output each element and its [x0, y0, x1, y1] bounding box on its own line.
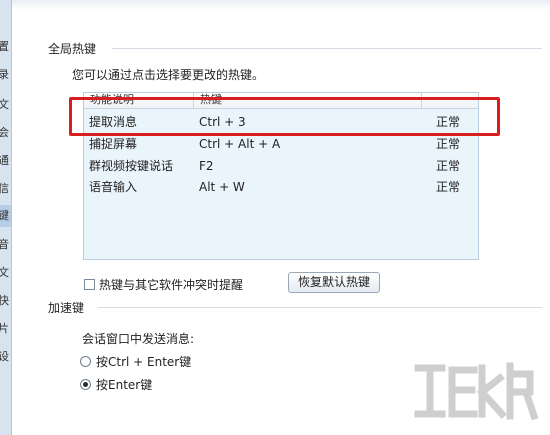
send-message-label: 会话窗口中发送消息:: [82, 332, 195, 346]
settings-sidebar: 置 录 文 会 通 信 键 音 文 快 片 设: [0, 0, 12, 435]
sidebar-item[interactable]: 文: [0, 262, 11, 284]
window-top-bar: [12, 0, 550, 10]
send-enter-option[interactable]: 按Enter键: [80, 376, 152, 393]
sidebar-item[interactable]: 设: [0, 346, 11, 368]
accelerator-section-title: 加速键: [48, 301, 85, 315]
sidebar-item[interactable]: 置: [0, 36, 11, 58]
hotkey-function: 群视频按键说话: [89, 159, 174, 173]
hotkeys-section-title: 全局热键: [48, 42, 97, 56]
site-logo-watermark: [414, 362, 539, 421]
table-row[interactable]: 捕捉屏幕 Ctrl + Alt + A 正常: [84, 134, 478, 154]
hotkey-combo: F2: [199, 159, 214, 173]
section-divider: [98, 307, 542, 308]
send-ctrl-enter-option[interactable]: 按Ctrl + Enter键: [80, 353, 191, 370]
radio-enter-label: 按Enter键: [96, 378, 153, 392]
hotkey-function: 捕捉屏幕: [89, 137, 138, 151]
hotkey-function: 语音输入: [89, 180, 138, 194]
conflict-reminder-option[interactable]: 热键与其它软件冲突时提醒: [84, 276, 243, 293]
hotkey-combo: Alt + W: [199, 180, 245, 194]
sidebar-item[interactable]: 文: [0, 94, 11, 116]
table-row[interactable]: 语音输入 Alt + W 正常: [84, 177, 478, 197]
sidebar-item[interactable]: 快: [0, 290, 11, 312]
table-row[interactable]: 群视频按键说话 F2 正常: [84, 156, 478, 176]
conflict-reminder-checkbox[interactable]: [84, 279, 95, 290]
sidebar-item[interactable]: 音: [0, 234, 11, 256]
radio-ctrl-enter[interactable]: [80, 356, 91, 367]
sidebar-item-hotkeys[interactable]: 键: [0, 205, 11, 227]
hotkey-status: 正常: [436, 137, 461, 151]
hotkeys-hint: 您可以通过点击选择要更改的热键。: [72, 68, 265, 82]
radio-ctrl-enter-label: 按Ctrl + Enter键: [96, 355, 192, 369]
sidebar-item[interactable]: 信: [0, 178, 11, 200]
hotkey-combo: Ctrl + Alt + A: [199, 137, 281, 151]
hotkey-status: 正常: [436, 159, 461, 173]
conflict-reminder-label: 热键与其它软件冲突时提醒: [99, 278, 244, 292]
hotkey-status: 正常: [436, 180, 461, 194]
restore-default-hotkeys-button[interactable]: 恢复默认热键: [288, 272, 380, 293]
sidebar-item[interactable]: 片: [0, 318, 11, 340]
sidebar-item[interactable]: 会: [0, 122, 11, 144]
section-divider: [112, 48, 542, 49]
highlight-annotation-box: [69, 97, 500, 136]
sidebar-item[interactable]: 录: [0, 64, 11, 86]
sidebar-item[interactable]: 通: [0, 150, 11, 172]
radio-enter[interactable]: [80, 379, 91, 390]
